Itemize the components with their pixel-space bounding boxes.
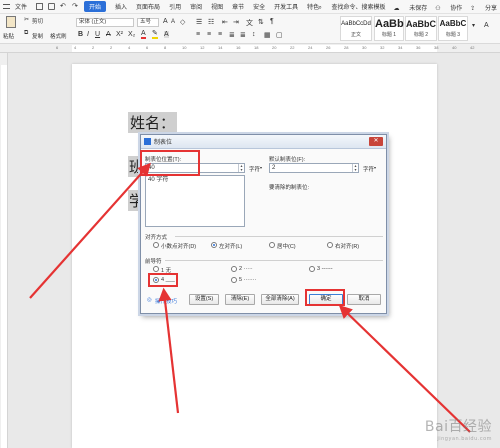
- watermark-sub: jingyan.baidu.com: [437, 436, 492, 442]
- arrow-to-tab-position: [29, 162, 151, 299]
- watermark: Bai百经验 jingyan.baidu.com: [425, 416, 492, 442]
- arrow-to-leader-4: [158, 287, 180, 414]
- annotation-arrows: [29, 162, 471, 433]
- arrow-to-ok-button: [338, 304, 471, 433]
- watermark-text: Bai百经验: [424, 419, 492, 435]
